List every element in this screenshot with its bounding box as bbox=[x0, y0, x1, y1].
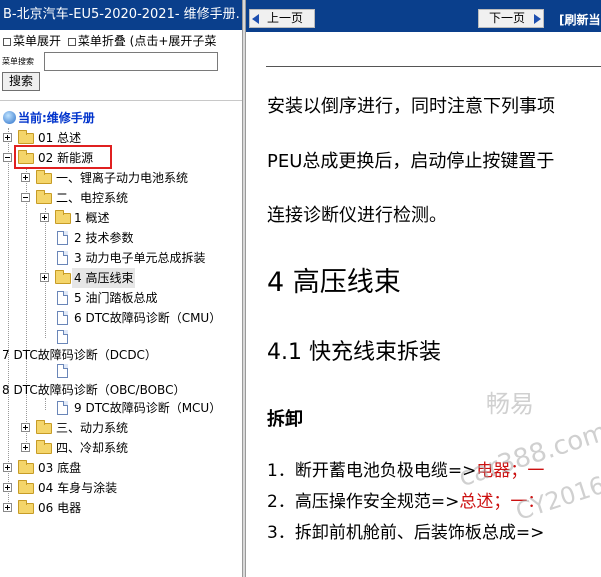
folder-icon bbox=[36, 420, 52, 434]
step-item: 3．拆卸前机舱前、后装饰板总成=> bbox=[267, 518, 544, 543]
tree-item-label: 6 DTC故障码诊断（CMU） bbox=[74, 311, 222, 325]
tree-item-label-selected: 4 高压线束 bbox=[72, 268, 136, 288]
paragraph: PEU总成更换后，启动停止按键置于 bbox=[267, 151, 555, 172]
document-icon bbox=[57, 364, 68, 378]
divider bbox=[0, 100, 242, 101]
refresh-link[interactable]: [刷新当 bbox=[559, 11, 601, 28]
arrow-right-icon bbox=[534, 14, 541, 24]
document-icon bbox=[57, 330, 68, 344]
tree-item-label: 06 电器 bbox=[38, 501, 82, 515]
watermark: 畅易 bbox=[486, 390, 534, 418]
subsection-heading: 4.1 快充线束拆装 bbox=[267, 340, 441, 365]
step-number: 3． bbox=[267, 523, 295, 543]
step-link[interactable]: 电器；一 bbox=[476, 461, 544, 481]
step-text: 断开蓄电池负极电缆=> bbox=[294, 461, 477, 481]
page-nav-bar: 上一页 下一页 [刷新当 bbox=[246, 0, 601, 32]
expand-icon[interactable] bbox=[21, 443, 30, 452]
tree-item-label: 二、电控系统 bbox=[56, 191, 129, 205]
arrow-left-icon bbox=[252, 14, 259, 24]
step-item: 1．断开蓄电池负极电缆=>电器；一 bbox=[267, 456, 544, 481]
step-number: 2． bbox=[267, 492, 295, 512]
expand-icon[interactable] bbox=[21, 173, 30, 182]
folder-icon bbox=[18, 130, 34, 144]
expand-icon[interactable] bbox=[3, 133, 12, 142]
search-input[interactable] bbox=[44, 52, 218, 71]
tree-item-label: 5 油门踏板总成 bbox=[74, 291, 158, 305]
expand-icon[interactable] bbox=[21, 423, 30, 432]
content-panel: 上一页 下一页 [刷新当 安装以倒序进行，同时注意下列事项 PEU总成更换后，启… bbox=[246, 0, 601, 577]
globe-icon bbox=[3, 111, 16, 124]
tree-root-label: 当前:维修手册 bbox=[18, 111, 95, 125]
document-icon bbox=[57, 251, 68, 265]
tree-guide-line bbox=[8, 128, 9, 510]
document-icon bbox=[57, 401, 68, 415]
divider bbox=[266, 66, 601, 67]
search-label: 菜单搜索 bbox=[2, 57, 34, 66]
document-icon bbox=[57, 231, 68, 245]
folder-icon bbox=[55, 210, 71, 224]
annotation-highlight-box bbox=[14, 145, 112, 169]
next-page-label: 下一页 bbox=[489, 11, 526, 25]
menu-toggle-row: 菜单展开 菜单折叠 (点击+展开子菜 bbox=[0, 33, 242, 49]
prev-page-button[interactable]: 上一页 bbox=[249, 9, 315, 28]
folder-icon bbox=[18, 500, 34, 514]
expand-icon[interactable] bbox=[40, 273, 49, 282]
prev-page-label: 上一页 bbox=[267, 11, 304, 25]
expand-icon[interactable] bbox=[3, 483, 12, 492]
watermark: car388.com bbox=[455, 416, 601, 494]
document-content: 安装以倒序进行，同时注意下列事项 PEU总成更换后，启动停止按键置于 连接诊断仪… bbox=[246, 32, 601, 577]
folder-open-icon bbox=[36, 190, 52, 204]
tree-item-label: 四、冷却系统 bbox=[56, 441, 129, 455]
menu-expand-link[interactable]: 菜单展开 bbox=[13, 34, 61, 48]
paragraph: 安装以倒序进行，同时注意下列事项 bbox=[267, 96, 555, 117]
collapse-icon[interactable] bbox=[67, 38, 76, 46]
menu-collapse-link[interactable]: 菜单折叠 (点击+展开子菜 bbox=[78, 34, 217, 48]
search-button[interactable]: 搜索 bbox=[2, 72, 40, 91]
folder-icon bbox=[18, 480, 34, 494]
next-page-button[interactable]: 下一页 bbox=[478, 9, 544, 28]
tree-item-label: 04 车身与涂装 bbox=[38, 481, 118, 495]
paragraph: 连接诊断仪进行检测。 bbox=[267, 205, 447, 226]
section-heading: 4 高压线束 bbox=[267, 267, 401, 298]
folder-icon bbox=[18, 460, 34, 474]
expand-icon[interactable] bbox=[3, 38, 11, 46]
tree-guide-line bbox=[26, 168, 27, 450]
collapse-icon[interactable] bbox=[3, 153, 12, 162]
tree-item-label: 3 动力电子单元总成拆装 bbox=[74, 251, 206, 265]
expand-icon[interactable] bbox=[3, 503, 12, 512]
expand-icon[interactable] bbox=[40, 213, 49, 222]
step-item: 2．高压操作安全规范=>总述；一： bbox=[267, 487, 544, 512]
folder-icon bbox=[36, 170, 52, 184]
tree-item-label: 7 DTC故障码诊断（DCDC） bbox=[2, 348, 157, 362]
step-number: 1． bbox=[267, 461, 295, 481]
folder-icon bbox=[55, 270, 71, 284]
tree-item-label: 9 DTC故障码诊断（MCU） bbox=[74, 401, 222, 415]
tree-item-label: 1 概述 bbox=[74, 211, 110, 225]
step-group-heading: 拆卸 bbox=[267, 409, 303, 430]
expand-icon[interactable] bbox=[3, 463, 12, 472]
left-panel: B-北京汽车-EU5-2020-2021- 维修手册. 菜单展开 菜单折叠 (点… bbox=[0, 0, 242, 577]
step-link[interactable]: 总述；一： bbox=[459, 492, 544, 512]
collapse-icon[interactable] bbox=[21, 193, 30, 202]
tree-item-label: 2 技术参数 bbox=[74, 231, 134, 245]
tree-item-label: 03 底盘 bbox=[38, 461, 82, 475]
folder-icon bbox=[36, 440, 52, 454]
tree-item-label: 三、动力系统 bbox=[56, 421, 129, 435]
tree-root[interactable]: 当前:维修手册 bbox=[3, 109, 95, 127]
manual-title: B-北京汽车-EU5-2020-2021- 维修手册. bbox=[0, 0, 242, 30]
tree-item-label: 8 DTC故障码诊断（OBC/BOBC） bbox=[2, 383, 186, 397]
tree-item-label: 一、锂离子动力电池系统 bbox=[56, 171, 189, 185]
step-text: 拆卸前机舱前、后装饰板总成=> bbox=[294, 523, 545, 543]
document-icon bbox=[57, 311, 68, 325]
step-text: 高压操作安全规范=> bbox=[294, 492, 460, 512]
document-icon bbox=[57, 291, 68, 305]
